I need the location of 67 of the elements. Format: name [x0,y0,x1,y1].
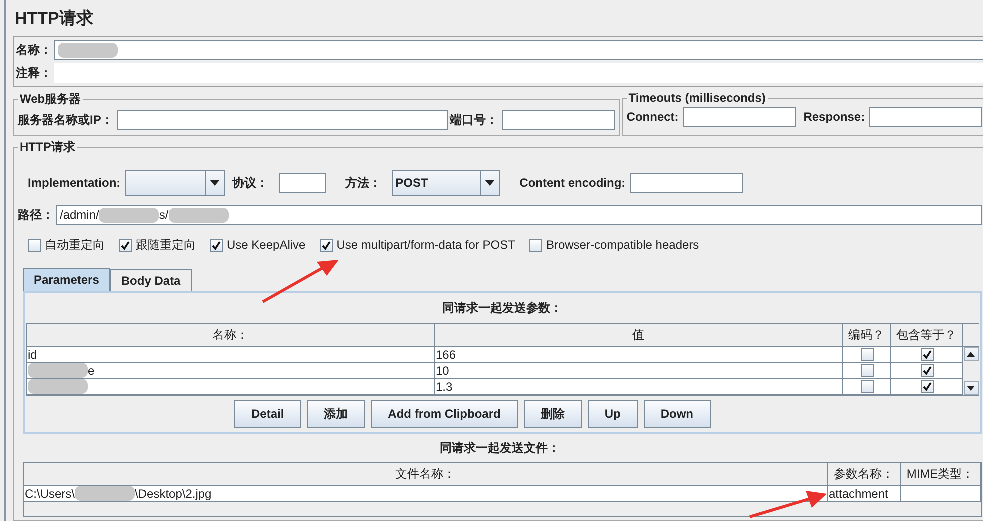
connect-field[interactable] [682,107,796,127]
checkbox[interactable] [920,348,934,361]
port-field[interactable] [502,110,615,130]
checkbox[interactable] [920,380,934,393]
name-label: 名称： [16,42,52,58]
checkbox[interactable] [119,238,132,252]
caret-icon [210,180,220,186]
group-title: Web服务器 [19,91,82,108]
scroll-down-icon[interactable] [964,381,978,395]
port-label: 端口号： [450,112,498,128]
checkbox-label: 跟随重定向 [136,236,196,254]
scrollbar[interactable] [963,347,979,395]
checkbox[interactable] [320,238,333,252]
action-button[interactable]: Add from Clipboard [371,400,518,428]
connect-label: Connect: [626,110,679,124]
scroll-up-icon[interactable] [964,347,978,361]
action-button[interactable]: 删除 [524,400,582,428]
column-header: 值 [435,324,843,347]
checkbox[interactable] [28,238,41,252]
column-header: 文件名称： [24,463,828,486]
table-caption: 同请求一起发送参数： [442,300,564,316]
table-cell: 166 [435,347,843,363]
checkbox[interactable] [529,238,542,252]
checkbox-label: Use KeepAlive [227,238,306,252]
response-label: Response: [804,110,866,124]
path-field[interactable]: /admin/ s/ [56,205,982,225]
implementation-dropdown[interactable] [124,170,225,196]
column-header: 包含等于？ [891,324,963,347]
action-button[interactable]: 添加 [307,400,366,428]
column-header: 名称： [27,324,435,347]
checkbox-label: Use multipart/form-data for POST [336,238,516,252]
group-title: HTTP请求 [19,139,76,156]
path-label: 路径： [18,206,54,224]
checkbox[interactable] [860,364,874,377]
tab[interactable]: Parameters [23,268,110,291]
checkbox[interactable] [920,364,934,377]
server-field[interactable] [117,110,448,130]
tab[interactable]: Body Data [110,269,192,291]
column-header: 参数名称： [828,463,901,486]
server-label: 服务器名称或IP： [18,112,114,128]
column-header: 编码？ [843,324,891,347]
checkbox[interactable] [210,238,223,252]
caret-icon [484,180,495,186]
checkbox[interactable] [860,348,874,361]
action-button[interactable]: Detail [234,400,302,428]
group-title: Timeouts (milliseconds) [628,91,767,105]
checkbox-label: Browser-compatible headers [546,238,700,252]
action-button[interactable]: Down [644,400,711,428]
protocol-field[interactable] [278,173,326,193]
panel-title: HTTP请求 [14,8,94,30]
protocol-label: 协议： [232,174,269,192]
comment-label: 注释： [16,64,52,82]
action-button[interactable]: Up [588,400,638,428]
table-cell: e [27,363,435,379]
response-field[interactable] [869,107,982,127]
encoding-field[interactable] [630,173,743,193]
method-label: 方法： [346,174,382,192]
table-caption: 同请求一起发送文件： [439,440,561,456]
name-field[interactable] [54,40,983,60]
checkbox-label: 自动重定向 [45,236,105,254]
checkbox[interactable] [860,380,874,393]
column-header: MIME类型： [901,463,981,486]
method-dropdown[interactable]: POST [392,170,500,196]
implementation-label: Implementation: [28,176,121,190]
table-cell: 1.3 [435,379,843,395]
encoding-label: Content encoding: [520,176,626,190]
table-cell: 10 [435,363,843,379]
